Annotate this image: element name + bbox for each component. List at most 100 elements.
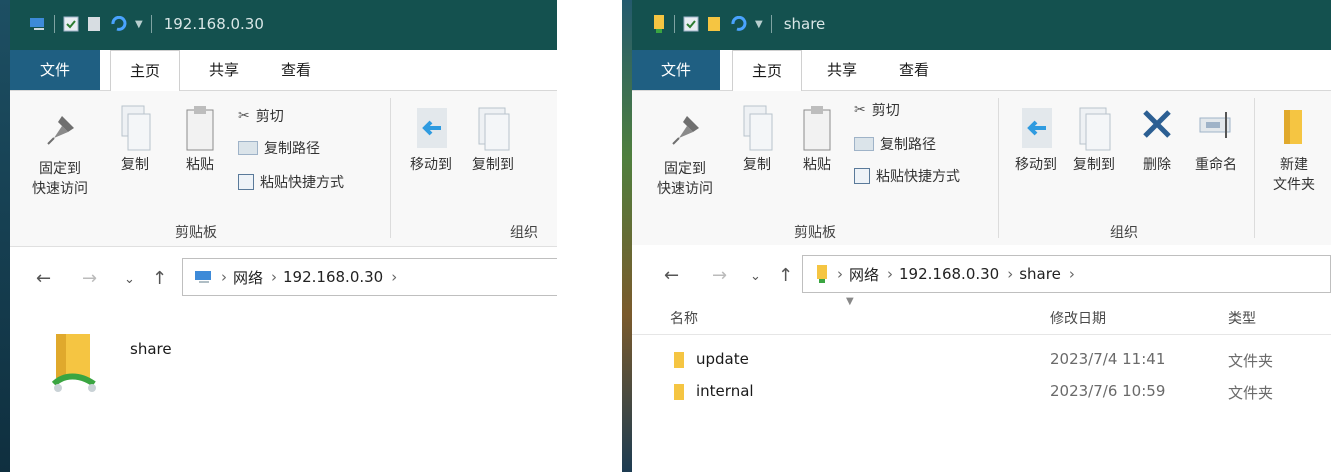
new-folder-button[interactable]: 新建 文件夹 (1264, 104, 1324, 194)
explorer-window-network-host: ▼ 192.168.0.30 文件 主页 共享 查看 固定到 快速访问 复制 粘… (10, 0, 557, 472)
separator (674, 15, 675, 33)
pin-to-quick-access-button[interactable]: 固定到 快速访问 (650, 108, 720, 198)
pin-to-quick-access-button[interactable]: 固定到 快速访问 (25, 108, 95, 198)
properties-check-icon[interactable] (63, 16, 79, 32)
paste-shortcut-label: 粘贴快捷方式 (260, 175, 344, 191)
folder-pin-icon (652, 15, 666, 33)
cut-label: 剪切 (871, 103, 900, 119)
separator (770, 15, 772, 33)
folder-icon (674, 352, 684, 368)
column-header-date[interactable]: 修改日期 (1050, 308, 1106, 328)
customize-dropdown-icon[interactable]: ▼ (755, 19, 763, 30)
clipboard-icon (183, 104, 217, 154)
network-icon (193, 269, 213, 285)
breadcrumb-host[interactable]: 192.168.0.30 (283, 268, 383, 286)
sort-indicator-icon: ▼ (846, 296, 854, 307)
column-header-name[interactable]: 名称 (670, 308, 698, 328)
copy-icon (118, 104, 152, 154)
forward-arrow-icon[interactable]: → (82, 268, 97, 289)
organize-group-label: 组织 (510, 225, 538, 241)
pin-label-line1: 固定到 (664, 161, 706, 177)
rename-button[interactable]: 重命名 (1186, 104, 1246, 174)
paste-button[interactable]: 粘贴 (792, 104, 842, 174)
new-folder-qat-icon[interactable] (707, 16, 721, 32)
copy-to-icon (473, 104, 513, 154)
back-arrow-icon[interactable]: ← (36, 268, 51, 289)
cut-button[interactable]: ✂ 剪切 (854, 100, 900, 120)
tab-file[interactable]: 文件 (10, 50, 100, 90)
scissors-icon: ✂ (238, 108, 250, 124)
paste-label: 粘贴 (186, 157, 214, 173)
group-separator (998, 98, 999, 238)
paste-shortcut-icon (238, 174, 254, 190)
recent-dropdown-icon[interactable]: ⌄ (750, 269, 761, 284)
folder-icon (674, 384, 684, 400)
tab-share[interactable]: 共享 (194, 50, 254, 90)
move-to-button[interactable]: 移动到 (1006, 104, 1066, 174)
forward-arrow-icon[interactable]: → (712, 265, 727, 286)
copy-button[interactable]: 复制 (110, 104, 160, 174)
copy-button[interactable]: 复制 (732, 104, 782, 174)
undo-icon[interactable] (109, 16, 127, 32)
cut-button[interactable]: ✂ 剪切 (238, 106, 284, 126)
file-name: internal (696, 382, 754, 400)
back-arrow-icon[interactable]: ← (664, 265, 679, 286)
tab-home[interactable]: 主页 (110, 50, 180, 92)
new-folder-label-line2: 文件夹 (1273, 177, 1315, 193)
move-to-icon (1016, 104, 1056, 154)
column-header-type[interactable]: 类型 (1228, 308, 1256, 328)
up-arrow-icon[interactable]: ↑ (778, 265, 793, 286)
table-row[interactable]: internal 2023/7/6 10:59 文件夹 (632, 376, 1331, 406)
copy-path-button[interactable]: 复制路径 (854, 134, 936, 154)
undo-icon[interactable] (729, 16, 747, 32)
move-to-button[interactable]: 移动到 (400, 104, 462, 174)
copy-path-button[interactable]: 复制路径 (238, 138, 320, 158)
move-to-label: 移动到 (410, 157, 452, 173)
cut-label: 剪切 (255, 109, 284, 125)
copy-to-icon (1074, 104, 1114, 154)
tab-share[interactable]: 共享 (812, 50, 872, 90)
tab-home[interactable]: 主页 (732, 50, 802, 92)
file-date: 2023/7/6 10:59 (1050, 382, 1166, 400)
copy-to-button[interactable]: 复制到 (462, 104, 524, 174)
pin-icon (665, 108, 705, 148)
copy-path-label: 复制路径 (264, 141, 320, 157)
paste-button[interactable]: 粘贴 (175, 104, 225, 174)
copy-path-icon (238, 141, 258, 155)
separator (150, 15, 152, 33)
breadcrumb-separator-icon: › (221, 268, 227, 286)
desktop-edge-right (622, 0, 632, 472)
address-area: ← → ⌄ ↑ › 网络 › 192.168.0.30 › share › (632, 245, 1331, 303)
up-arrow-icon[interactable]: ↑ (152, 268, 167, 289)
tab-file[interactable]: 文件 (632, 50, 720, 90)
recent-dropdown-icon[interactable]: ⌄ (124, 272, 135, 287)
rename-icon (1196, 104, 1236, 154)
breadcrumb-host[interactable]: 192.168.0.30 (899, 265, 999, 283)
breadcrumb-network[interactable]: 网络 (233, 267, 263, 288)
address-bar[interactable]: › 网络 › 192.168.0.30 › share › (802, 255, 1331, 293)
copy-to-button[interactable]: 复制到 (1064, 104, 1124, 174)
copy-path-icon (854, 137, 874, 151)
share-folder-icon (815, 265, 829, 283)
file-type: 文件夹 (1228, 384, 1274, 402)
file-name: update (696, 350, 749, 368)
copy-to-label: 复制到 (1073, 157, 1115, 173)
tab-view[interactable]: 查看 (884, 50, 944, 90)
new-folder-qat-icon[interactable] (87, 16, 101, 32)
breadcrumb-network[interactable]: 网络 (849, 264, 879, 285)
network-computer-icon (28, 16, 46, 32)
copy-path-label: 复制路径 (880, 137, 936, 153)
breadcrumb-share[interactable]: share (1019, 265, 1061, 283)
share-item-label: share (130, 340, 172, 358)
delete-label: 删除 (1143, 157, 1171, 173)
properties-check-icon[interactable] (683, 16, 699, 32)
table-row[interactable]: update 2023/7/4 11:41 文件夹 (632, 344, 1331, 374)
tab-view[interactable]: 查看 (266, 50, 326, 90)
delete-button[interactable]: 删除 (1132, 104, 1182, 174)
file-date: 2023/7/4 11:41 (1050, 350, 1166, 368)
paste-shortcut-button[interactable]: 粘贴快捷方式 (238, 172, 344, 192)
paste-shortcut-button[interactable]: 粘贴快捷方式 (854, 166, 960, 186)
quick-access-toolbar: ▼ 192.168.0.30 (28, 15, 264, 33)
customize-dropdown-icon[interactable]: ▼ (135, 19, 143, 30)
address-bar[interactable]: › 网络 › 192.168.0.30 › (182, 258, 557, 296)
